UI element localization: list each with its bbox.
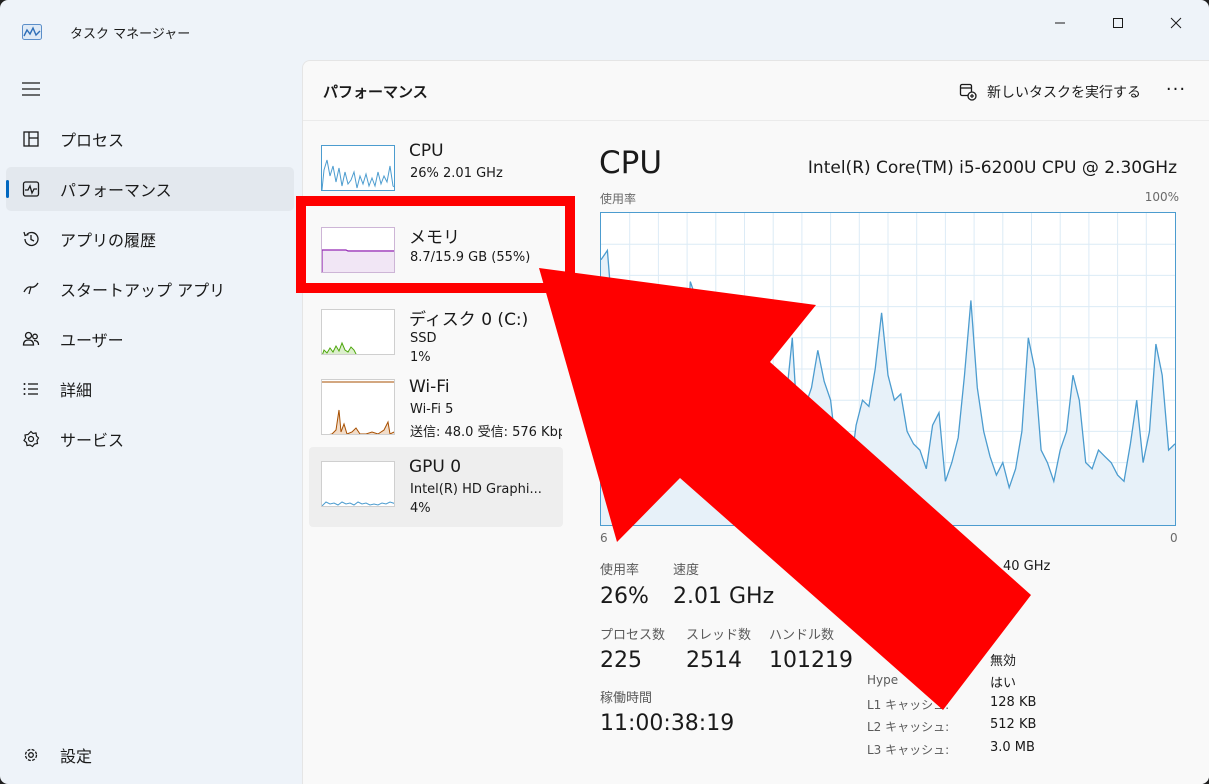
settings-gear-icon: [24, 748, 38, 762]
spec-value: はい: [990, 676, 1017, 691]
sidebar-item-processes[interactable]: プロセス: [6, 117, 294, 161]
page-title: パフォーマンス: [323, 83, 428, 101]
main-header: パフォーマンス 新しいタスクを実行する ···: [303, 61, 1209, 121]
handles-label: ハンドル数: [769, 628, 835, 643]
cpu-usage-graph: [600, 212, 1176, 526]
cpu-usage-plot: [600, 213, 1176, 525]
perf-item-disk[interactable]: ディスク 0 (C:) SSD 1%: [309, 295, 563, 375]
sidebar-item-label: ユーザー: [60, 331, 124, 350]
sidebar-item-details[interactable]: 詳細: [6, 367, 294, 411]
speed-label: 速度: [673, 563, 700, 578]
spec-value: 無効: [990, 654, 1017, 669]
spec-value: 512 KB: [990, 717, 1037, 732]
sidebar-item-users[interactable]: ユーザー: [6, 317, 294, 361]
run-new-task-button[interactable]: 新しいタスクを実行する: [959, 80, 1141, 104]
processes-value: 225: [600, 648, 642, 673]
perf-item-subtitle: 26% 2.01 GHz: [410, 166, 503, 181]
graph-y-max: 100%: [1144, 190, 1179, 204]
sidebar-item-startup-apps[interactable]: スタートアップ アプリ: [6, 267, 294, 311]
app-title: タスク マネージャー: [70, 27, 191, 42]
sidebar-item-label: サービス: [60, 431, 125, 450]
sidebar-item-label: 設定: [60, 747, 93, 766]
main-panel: パフォーマンス 新しいタスクを実行する ··· CPU 26% 2.01 GHz…: [302, 60, 1209, 784]
close-button[interactable]: [1153, 8, 1199, 38]
maximize-icon: [1113, 18, 1123, 28]
wifi-thumbnail: [321, 379, 395, 435]
cpu-model-name: Intel(R) Core(TM) i5-6200U CPU @ 2.30GHz: [807, 158, 1177, 178]
task-manager-app-icon: [22, 24, 42, 40]
perf-item-detail: 4%: [410, 501, 431, 516]
details-icon: [23, 383, 38, 395]
spec-label: L2 キャッシュ:: [867, 720, 950, 734]
run-task-icon: [959, 83, 977, 101]
perf-item-title: Wi-Fi: [409, 377, 450, 397]
sidebar-item-settings[interactable]: 設定: [6, 733, 294, 777]
gpu-mini-graph: [322, 501, 394, 506]
perf-item-detail: 1%: [410, 350, 431, 365]
task-manager-window: タスク マネージャー プロセス パフォーマンス アプリの履歴 スタートアップ ア…: [0, 0, 1209, 784]
spec-label: Hype: [867, 673, 899, 687]
hamburger-menu-icon[interactable]: [22, 82, 40, 96]
handles-value: 101219: [769, 648, 853, 673]
services-icon: [23, 430, 40, 448]
run-task-label: 新しいタスクを実行する: [987, 85, 1141, 101]
speed-value: 2.01 GHz: [673, 584, 775, 609]
perf-item-subtitle: Intel(R) HD Graphi...: [410, 482, 542, 497]
close-icon: [1170, 17, 1182, 29]
graph-x-left-label: 6: [600, 531, 608, 545]
cpu-thumbnail: [321, 145, 395, 191]
more-options-button[interactable]: ···: [1161, 79, 1191, 103]
sidebar-item-label: パフォーマンス: [60, 181, 172, 200]
perf-item-title: CPU: [409, 141, 444, 161]
perf-item-gpu[interactable]: GPU 0 Intel(R) HD Graphi... 4%: [309, 447, 563, 527]
app-history-icon: [23, 231, 39, 247]
usage-label: 使用率: [600, 563, 640, 578]
uptime-label: 稼働時間: [600, 691, 653, 706]
sidebar-item-label: 詳細: [60, 381, 93, 400]
base-speed-value: 40 GHz: [1003, 559, 1051, 574]
spec-label: L1 キャッシュ:: [867, 698, 950, 712]
sidebar-item-app-history[interactable]: アプリの履歴: [6, 217, 294, 261]
perf-item-subtitle: Wi-Fi 5: [410, 402, 454, 417]
sidebar-item-label: プロセス: [60, 131, 125, 150]
sidebar-item-services[interactable]: サービス: [6, 417, 294, 461]
sidebar-item-label: スタートアップ アプリ: [60, 281, 226, 300]
perf-item-subtitle: SSD: [410, 331, 437, 346]
wifi-mini-graph: [322, 381, 394, 434]
disk-thumbnail: [321, 309, 395, 355]
sidebar-nav: プロセス パフォーマンス アプリの履歴 スタートアップ アプリ ユーザー 詳細 …: [0, 60, 300, 784]
spec-label: L3 キャッシュ:: [867, 743, 950, 757]
maximize-button[interactable]: [1095, 8, 1141, 38]
perf-item-title: GPU 0: [409, 457, 462, 477]
perf-item-wifi[interactable]: Wi-Fi Wi-Fi 5 送信: 48.0 受信: 576 Kbps: [309, 377, 563, 457]
threads-value: 2514: [686, 648, 742, 673]
graph-y-label: 使用率: [600, 192, 637, 206]
usage-value: 26%: [600, 584, 649, 609]
users-icon: [22, 331, 40, 346]
performance-icon: [22, 181, 40, 197]
spec-value: 3.0 MB: [990, 740, 1035, 755]
gpu-thumbnail: [321, 461, 395, 507]
minimize-button[interactable]: [1037, 8, 1083, 38]
sidebar-item-performance[interactable]: パフォーマンス: [6, 167, 294, 211]
processes-label: プロセス数: [600, 628, 666, 643]
graph-x-right-label: 0: [1170, 531, 1178, 545]
threads-label: スレッド数: [686, 628, 752, 643]
sidebar-item-label: アプリの履歴: [60, 231, 157, 250]
perf-item-detail: 送信: 48.0 受信: 576 Kbps: [410, 425, 562, 440]
processes-icon: [23, 131, 39, 147]
title-bar: タスク マネージャー: [0, 0, 1209, 56]
uptime-value: 11:00:38:19: [600, 711, 735, 736]
spec-value: 128 KB: [990, 695, 1037, 710]
disk-mini-graph: [322, 341, 357, 354]
perf-item-title: ディスク 0 (C:): [409, 310, 529, 330]
cpu-mini-graph: [322, 159, 394, 190]
detail-title: CPU: [599, 145, 663, 181]
minimize-icon: [1055, 22, 1065, 24]
memory-highlight-box: [296, 196, 575, 293]
startup-icon: [23, 282, 39, 295]
